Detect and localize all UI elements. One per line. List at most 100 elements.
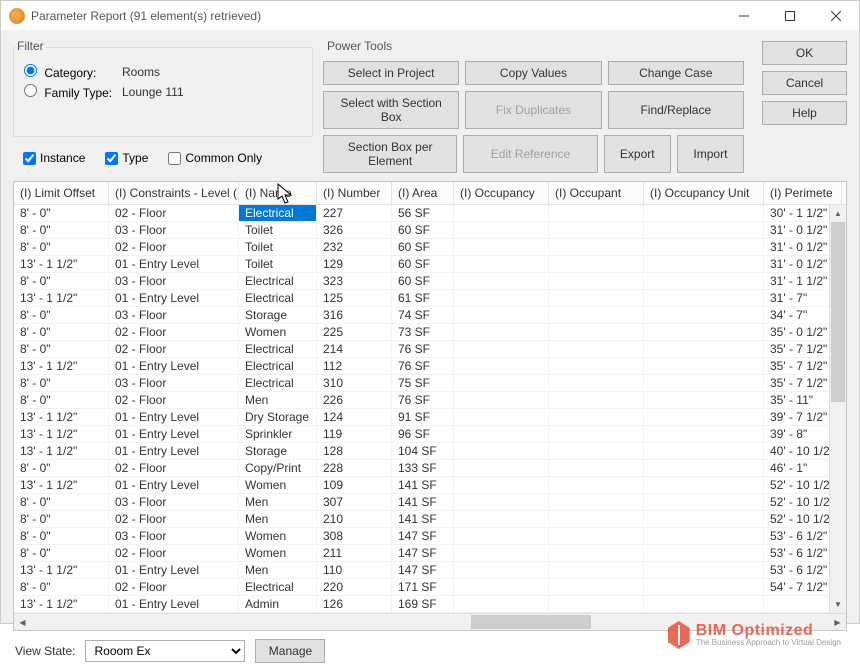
table-cell[interactable]	[549, 341, 644, 357]
close-button[interactable]	[813, 1, 859, 31]
table-cell[interactable]: Admin	[239, 596, 317, 612]
table-cell[interactable]	[549, 460, 644, 476]
table-cell[interactable]: 147 SF	[392, 545, 454, 561]
table-cell[interactable]: 126	[317, 596, 392, 612]
table-cell[interactable]: Electrical	[239, 205, 317, 221]
table-cell[interactable]	[644, 494, 764, 510]
scroll-thumb[interactable]	[831, 222, 845, 402]
table-cell[interactable]	[549, 562, 644, 578]
table-cell[interactable]	[644, 273, 764, 289]
table-cell[interactable]	[454, 290, 549, 306]
table-cell[interactable]	[549, 511, 644, 527]
table-cell[interactable]: Electrical	[239, 579, 317, 595]
table-row[interactable]: 8' - 0"03 - FloorMen307141 SF52' - 10 1/…	[14, 494, 846, 511]
table-cell[interactable]: Toilet	[239, 222, 317, 238]
table-cell[interactable]	[549, 392, 644, 408]
copy-values-button[interactable]: Copy Values	[465, 61, 601, 85]
table-cell[interactable]: 01 - Entry Level	[109, 256, 239, 272]
table-cell[interactable]: 02 - Floor	[109, 205, 239, 221]
hscroll-thumb[interactable]	[471, 615, 591, 629]
table-cell[interactable]: 8' - 0"	[14, 494, 109, 510]
column-header[interactable]: (I) Perimete	[764, 182, 842, 204]
table-cell[interactable]	[644, 511, 764, 527]
table-cell[interactable]: 8' - 0"	[14, 460, 109, 476]
table-cell[interactable]	[644, 256, 764, 272]
manage-button[interactable]: Manage	[255, 639, 325, 663]
table-cell[interactable]	[644, 443, 764, 459]
table-cell[interactable]: 01 - Entry Level	[109, 596, 239, 612]
table-cell[interactable]: 02 - Floor	[109, 511, 239, 527]
table-cell[interactable]: 03 - Floor	[109, 273, 239, 289]
table-cell[interactable]: 02 - Floor	[109, 579, 239, 595]
table-cell[interactable]: 74 SF	[392, 307, 454, 323]
table-cell[interactable]: 02 - Floor	[109, 545, 239, 561]
table-cell[interactable]	[549, 256, 644, 272]
table-cell[interactable]: Women	[239, 324, 317, 340]
table-cell[interactable]: 125	[317, 290, 392, 306]
table-cell[interactable]: 73 SF	[392, 324, 454, 340]
table-cell[interactable]: 109	[317, 477, 392, 493]
table-cell[interactable]	[644, 290, 764, 306]
select-section-box-button[interactable]: Select with Section Box	[323, 91, 459, 129]
table-cell[interactable]	[549, 205, 644, 221]
type-checkbox[interactable]: Type	[105, 151, 148, 165]
category-radio[interactable]: Category:	[24, 64, 114, 80]
table-cell[interactable]: 60 SF	[392, 256, 454, 272]
table-cell[interactable]	[454, 596, 549, 612]
table-cell[interactable]: 225	[317, 324, 392, 340]
table-cell[interactable]	[454, 477, 549, 493]
table-cell[interactable]: 02 - Floor	[109, 239, 239, 255]
table-cell[interactable]: 8' - 0"	[14, 528, 109, 544]
table-cell[interactable]	[644, 324, 764, 340]
table-cell[interactable]: 03 - Floor	[109, 222, 239, 238]
table-row[interactable]: 8' - 0"03 - FloorStorage31674 SF34' - 7"	[14, 307, 846, 324]
table-cell[interactable]	[454, 239, 549, 255]
table-cell[interactable]: 124	[317, 409, 392, 425]
table-row[interactable]: 8' - 0"03 - FloorWomen308147 SF53' - 6 1…	[14, 528, 846, 545]
table-cell[interactable]	[454, 358, 549, 374]
scroll-down-icon[interactable]: ▼	[830, 596, 846, 613]
table-cell[interactable]: 228	[317, 460, 392, 476]
table-cell[interactable]: 13' - 1 1/2"	[14, 596, 109, 612]
table-cell[interactable]	[644, 392, 764, 408]
table-cell[interactable]	[644, 409, 764, 425]
table-cell[interactable]	[644, 528, 764, 544]
table-cell[interactable]	[549, 494, 644, 510]
table-cell[interactable]	[644, 375, 764, 391]
table-cell[interactable]	[549, 545, 644, 561]
table-cell[interactable]: Electrical	[239, 290, 317, 306]
table-cell[interactable]: 8' - 0"	[14, 222, 109, 238]
table-cell[interactable]: 13' - 1 1/2"	[14, 358, 109, 374]
table-cell[interactable]: 91 SF	[392, 409, 454, 425]
table-cell[interactable]: 8' - 0"	[14, 375, 109, 391]
table-cell[interactable]	[454, 205, 549, 221]
table-cell[interactable]: 8' - 0"	[14, 273, 109, 289]
table-cell[interactable]: 141 SF	[392, 477, 454, 493]
table-cell[interactable]: 227	[317, 205, 392, 221]
table-cell[interactable]: 326	[317, 222, 392, 238]
table-cell[interactable]: 310	[317, 375, 392, 391]
table-cell[interactable]	[454, 511, 549, 527]
table-row[interactable]: 8' - 0"02 - FloorElectrical21476 SF35' -…	[14, 341, 846, 358]
table-cell[interactable]	[549, 239, 644, 255]
table-row[interactable]: 8' - 0"02 - FloorWomen22573 SF35' - 0 1/…	[14, 324, 846, 341]
table-cell[interactable]	[454, 443, 549, 459]
table-cell[interactable]: 220	[317, 579, 392, 595]
table-cell[interactable]: 307	[317, 494, 392, 510]
common-only-checkbox[interactable]: Common Only	[168, 151, 262, 165]
table-row[interactable]: 13' - 1 1/2"01 - Entry LevelToilet12960 …	[14, 256, 846, 273]
table-cell[interactable]: 03 - Floor	[109, 307, 239, 323]
table-cell[interactable]: 8' - 0"	[14, 392, 109, 408]
table-cell[interactable]: Women	[239, 545, 317, 561]
table-cell[interactable]: Electrical	[239, 273, 317, 289]
select-in-project-button[interactable]: Select in Project	[323, 61, 459, 85]
table-cell[interactable]	[454, 222, 549, 238]
table-cell[interactable]	[454, 256, 549, 272]
column-header[interactable]: (I) Number	[317, 182, 392, 204]
table-cell[interactable]	[644, 562, 764, 578]
table-cell[interactable]	[549, 307, 644, 323]
table-cell[interactable]: 13' - 1 1/2"	[14, 256, 109, 272]
table-cell[interactable]: 210	[317, 511, 392, 527]
table-row[interactable]: 13' - 1 1/2"01 - Entry LevelElectrical11…	[14, 358, 846, 375]
table-cell[interactable]: 01 - Entry Level	[109, 443, 239, 459]
